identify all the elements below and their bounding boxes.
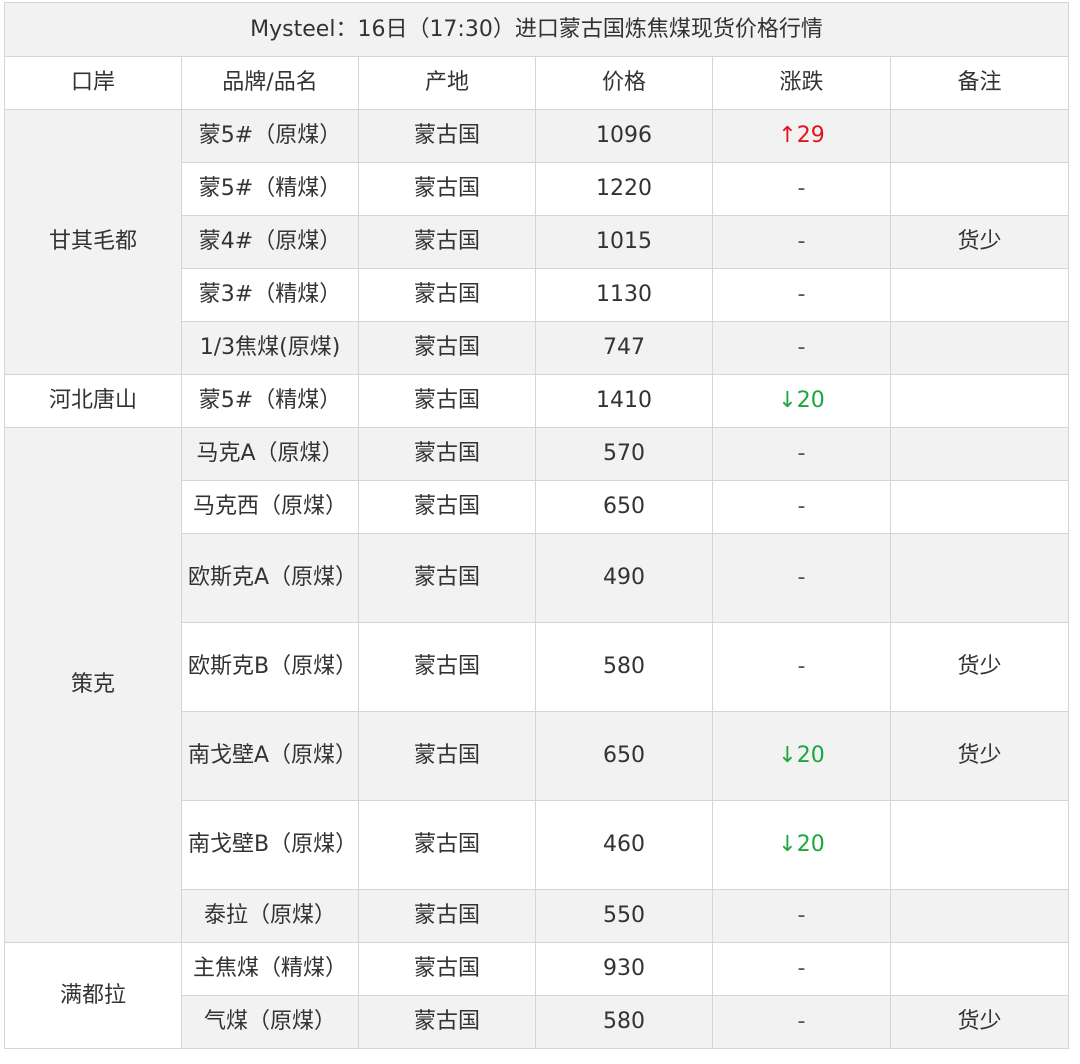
note-cell: 货少 xyxy=(889,215,1070,269)
product-cell: 蒙5#（精煤） xyxy=(181,162,359,216)
header-port: 口岸 xyxy=(4,56,182,110)
note-cell xyxy=(889,480,1070,534)
origin-cell: 蒙古国 xyxy=(358,480,536,534)
origin-cell: 蒙古国 xyxy=(358,995,536,1049)
product-cell: 蒙3#（精煤） xyxy=(181,268,359,322)
origin-cell: 蒙古国 xyxy=(358,889,536,943)
port-cell: 满都拉 xyxy=(4,942,182,1049)
header-note: 备注 xyxy=(889,56,1070,110)
note-cell xyxy=(889,162,1070,216)
note-cell xyxy=(889,427,1070,481)
product-cell: 气煤（原煤） xyxy=(181,995,359,1049)
origin-cell: 蒙古国 xyxy=(358,162,536,216)
price-cell: 650 xyxy=(535,711,713,801)
note-cell: 货少 xyxy=(889,622,1070,712)
price-cell: 650 xyxy=(535,480,713,534)
table-row: 甘其毛都 蒙5#（原煤） 蒙古国 1096 ↑29 xyxy=(4,109,1070,375)
table-row: 满都拉 主焦煤（精煤） 蒙古国 930- xyxy=(4,942,1070,1049)
origin-cell: 蒙古国 xyxy=(358,533,536,623)
note-cell: 货少 xyxy=(889,711,1070,801)
change-cell: - xyxy=(712,889,891,943)
change-cell: - xyxy=(712,622,891,712)
note-cell xyxy=(889,109,1070,163)
table-header-row: 口岸 品牌/品名 产地 价格 涨跌 备注 xyxy=(4,56,1070,110)
change-cell: - xyxy=(712,162,891,216)
origin-cell: 蒙古国 xyxy=(358,109,536,163)
product-cell: 主焦煤（精煤） xyxy=(181,942,359,996)
origin-cell: 蒙古国 xyxy=(358,622,536,712)
table-title: Mysteel：16日（17:30）进口蒙古国炼焦煤现货价格行情 xyxy=(3,2,1070,57)
product-cell: 欧斯克A（原煤） xyxy=(181,533,359,623)
change-cell: - xyxy=(712,533,891,623)
note-cell xyxy=(889,889,1070,943)
price-cell: 1096 xyxy=(535,109,713,163)
note-cell: 货少 xyxy=(889,995,1070,1049)
change-cell: - xyxy=(712,995,891,1049)
note-cell xyxy=(889,268,1070,322)
port-cell: 河北唐山 xyxy=(4,374,182,428)
product-cell: 蒙5#（原煤） xyxy=(181,109,359,163)
product-cell: 蒙5#（精煤） xyxy=(181,374,359,428)
origin-cell: 蒙古国 xyxy=(358,268,536,322)
change-cell: ↓20 xyxy=(712,800,891,890)
origin-cell: 蒙古国 xyxy=(358,711,536,801)
note-cell xyxy=(889,533,1070,623)
product-cell: 马克A（原煤） xyxy=(181,427,359,481)
price-cell: 570 xyxy=(535,427,713,481)
table-title-row: Mysteel：16日（17:30）进口蒙古国炼焦煤现货价格行情 xyxy=(3,2,1070,57)
note-cell xyxy=(889,321,1070,375)
product-cell: 1/3焦煤(原煤) xyxy=(181,321,359,375)
price-cell: 580 xyxy=(535,622,713,712)
header-price: 价格 xyxy=(535,56,713,110)
price-cell: 490 xyxy=(535,533,713,623)
product-cell: 南戈壁B（原煤） xyxy=(181,800,359,890)
product-cell: 欧斯克B（原煤） xyxy=(181,622,359,712)
header-change: 涨跌 xyxy=(712,56,891,110)
origin-cell: 蒙古国 xyxy=(358,800,536,890)
change-cell: - xyxy=(712,268,891,322)
note-cell xyxy=(889,942,1070,996)
change-cell: - xyxy=(712,215,891,269)
product-cell: 马克西（原煤） xyxy=(181,480,359,534)
origin-cell: 蒙古国 xyxy=(358,215,536,269)
change-cell: ↑29 xyxy=(712,109,891,163)
change-cell: - xyxy=(712,427,891,481)
origin-cell: 蒙古国 xyxy=(358,321,536,375)
origin-cell: 蒙古国 xyxy=(358,942,536,996)
table-row: 策克 马克A（原煤） 蒙古国 570- xyxy=(4,427,1070,943)
note-cell xyxy=(889,800,1070,890)
change-cell: - xyxy=(712,480,891,534)
change-cell: ↓20 xyxy=(712,374,891,428)
change-cell: ↓20 xyxy=(712,711,891,801)
note-cell xyxy=(889,374,1070,428)
port-cell: 策克 xyxy=(4,427,182,943)
port-cell: 甘其毛都 xyxy=(4,109,182,375)
product-cell: 泰拉（原煤） xyxy=(181,889,359,943)
origin-cell: 蒙古国 xyxy=(358,427,536,481)
origin-cell: 蒙古国 xyxy=(358,374,536,428)
change-cell: - xyxy=(712,321,891,375)
price-cell: 580 xyxy=(535,995,713,1049)
price-cell: 1015 xyxy=(535,215,713,269)
price-cell: 550 xyxy=(535,889,713,943)
change-cell: - xyxy=(712,942,891,996)
price-cell: 1220 xyxy=(535,162,713,216)
table-body: 甘其毛都 蒙5#（原煤） 蒙古国 1096 ↑29 蒙5#（精煤） 蒙古国 1220- 蒙4#（… xyxy=(4,109,1070,1049)
header-product: 品牌/品名 xyxy=(181,56,359,110)
coal-price-table: Mysteel：16日（17:30）进口蒙古国炼焦煤现货价格行情 口岸 品牌/品… xyxy=(3,2,1070,1049)
price-cell: 1410 xyxy=(535,374,713,428)
product-cell: 蒙4#（原煤） xyxy=(181,215,359,269)
price-cell: 747 xyxy=(535,321,713,375)
price-cell: 1130 xyxy=(535,268,713,322)
header-origin: 产地 xyxy=(358,56,536,110)
table-row: 河北唐山 蒙5#（精煤） 蒙古国 1410 ↓20 xyxy=(4,374,1070,428)
price-cell: 930 xyxy=(535,942,713,996)
product-cell: 南戈壁A（原煤） xyxy=(181,711,359,801)
price-cell: 460 xyxy=(535,800,713,890)
